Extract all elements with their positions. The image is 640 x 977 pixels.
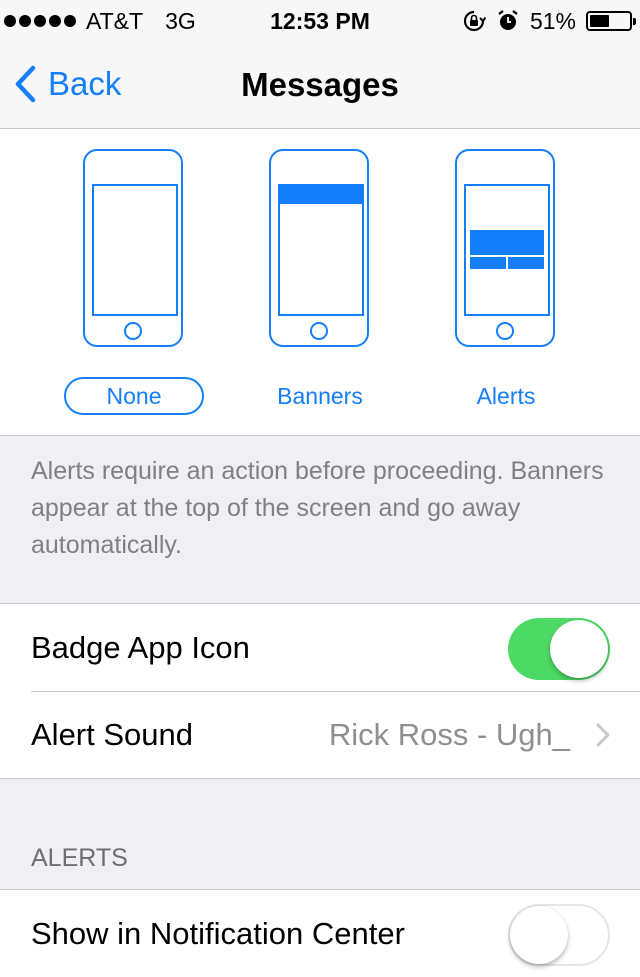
battery-percent: 51%: [529, 7, 576, 34]
alert-dialog-icon: [470, 230, 544, 270]
toggle-knob: [550, 620, 608, 678]
home-button-icon: [310, 322, 328, 340]
style-option-banners[interactable]: Banners: [250, 377, 390, 415]
alerts-section-header: ALERTS: [31, 844, 128, 872]
style-alerts-preview[interactable]: [455, 149, 555, 347]
notification-center-row: Show in Notification Center: [0, 890, 640, 977]
banner-icon: [280, 186, 362, 204]
style-none-preview[interactable]: [83, 149, 183, 347]
alert-style-picker: None Banners Alerts: [0, 129, 640, 436]
phone-screen: [464, 184, 550, 316]
notification-center-toggle[interactable]: [508, 904, 610, 966]
alert-sound-label: Alert Sound: [31, 717, 193, 752]
alerts-group: Show in Notification Center: [0, 889, 640, 977]
badge-app-icon-row: Badge App Icon: [0, 604, 640, 691]
battery-icon: [586, 11, 636, 31]
alert-style-description: Alerts require an action before proceedi…: [31, 457, 604, 559]
rotation-lock-icon: [463, 10, 486, 32]
alert-sound-value: Rick Ross - Ugh_: [328, 717, 570, 752]
phone-screen: [92, 184, 178, 316]
home-button-icon: [496, 322, 514, 340]
style-option-alerts[interactable]: Alerts: [436, 377, 576, 415]
home-button-icon: [124, 322, 142, 340]
navigation-bar: Back Messages: [0, 40, 640, 129]
chevron-right-icon: [596, 723, 610, 747]
page-title: Messages: [241, 66, 399, 103]
notification-center-label: Show in Notification Center: [31, 916, 405, 951]
status-bar: AT&T 3G 12:53 PM 51%: [0, 0, 640, 40]
style-banners-preview[interactable]: [269, 149, 369, 347]
toggle-knob: [510, 906, 568, 964]
badge-app-icon-label: Badge App Icon: [31, 630, 250, 665]
phone-screen: [278, 184, 364, 316]
style-option-none[interactable]: None: [64, 377, 204, 415]
settings-group: Badge App Icon Alert Sound Rick Ross - U…: [0, 603, 640, 779]
badge-app-icon-toggle[interactable]: [508, 618, 610, 680]
alert-sound-row[interactable]: Alert Sound Rick Ross - Ugh_: [0, 691, 640, 778]
status-right: 51%: [462, 6, 636, 36]
alarm-icon: [498, 10, 518, 30]
